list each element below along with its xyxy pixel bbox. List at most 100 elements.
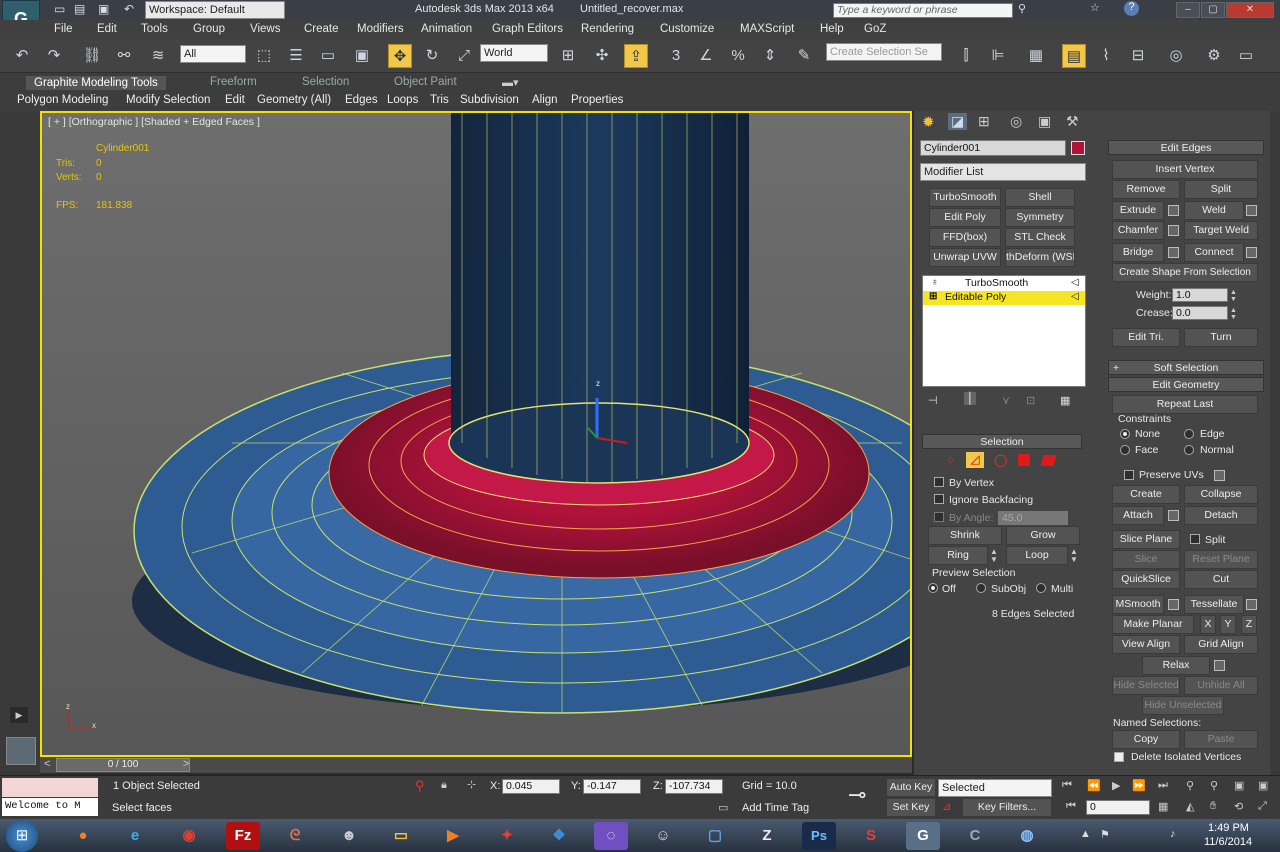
- create-tab-icon[interactable]: ✹: [922, 113, 935, 131]
- window-crossing-icon[interactable]: ▣: [350, 44, 374, 68]
- attach-button[interactable]: Attach: [1112, 506, 1164, 525]
- menu-group[interactable]: Group: [193, 23, 225, 35]
- menu-graph-editors[interactable]: Graph Editors: [492, 23, 563, 35]
- viewport-label[interactable]: [ + ] [Orthographic ] [Shaded + Edged Fa…: [48, 116, 260, 128]
- utilities-tab-icon[interactable]: ⚒: [1066, 113, 1079, 130]
- planar-z-button[interactable]: Z: [1241, 615, 1257, 634]
- object-name-field[interactable]: Cylinder001: [920, 140, 1066, 156]
- rotate-icon[interactable]: ↻: [420, 44, 444, 68]
- auto-key-button[interactable]: Auto Key: [886, 778, 936, 797]
- element-mode-icon[interactable]: [1040, 455, 1057, 466]
- msmooth-settings-icon[interactable]: [1168, 599, 1179, 610]
- maxscript-mini-listener-top[interactable]: [2, 778, 98, 797]
- chrome-icon[interactable]: ◉: [172, 822, 206, 850]
- modifier-stl-check-button[interactable]: STL Check: [1005, 228, 1075, 247]
- ribbon-geometry-all[interactable]: Geometry (All): [257, 94, 331, 106]
- by-angle-field[interactable]: 45.0: [998, 511, 1068, 525]
- remove-button[interactable]: Remove: [1112, 180, 1180, 199]
- time-next-icon[interactable]: >: [183, 758, 189, 770]
- scale-icon[interactable]: ⤢: [452, 44, 476, 68]
- move-icon[interactable]: ✥: [388, 44, 412, 68]
- undo-icon[interactable]: ↶: [124, 2, 134, 16]
- modifier-symmetry-button[interactable]: Symmetry: [1005, 208, 1075, 227]
- render-setup-icon[interactable]: ⚙: [1202, 44, 1226, 68]
- clock-time[interactable]: 1:49 PM: [1208, 822, 1249, 834]
- chamfer-settings-icon[interactable]: [1168, 225, 1179, 236]
- binoculars-icon[interactable]: ⚲: [1018, 2, 1026, 15]
- angle-snap-icon[interactable]: ∠: [694, 44, 718, 68]
- modifier-edit-poly-button[interactable]: Edit Poly: [929, 208, 1001, 227]
- key-filter-icon[interactable]: ⊿: [942, 800, 951, 813]
- zoom-extents-icon[interactable]: ▣: [1234, 779, 1244, 792]
- key-filters-button[interactable]: Key Filters...: [962, 798, 1052, 817]
- reset-plane-button[interactable]: Reset Plane: [1184, 550, 1258, 569]
- slice-button[interactable]: Slice: [1112, 550, 1180, 569]
- selection-rollout-header[interactable]: Selection: [922, 434, 1082, 449]
- remove-modifier-icon[interactable]: ⊡: [1026, 394, 1035, 407]
- edit-named-selection-icon[interactable]: ✎: [792, 44, 816, 68]
- edge-mode-icon[interactable]: ◿: [966, 452, 984, 468]
- field-of-view-icon[interactable]: ◭: [1186, 800, 1194, 813]
- collapse-button[interactable]: Collapse: [1184, 485, 1258, 504]
- app-c-icon[interactable]: C: [958, 822, 992, 850]
- star-icon[interactable]: ☆: [1090, 1, 1100, 14]
- app-swirl-icon[interactable]: ᘓ: [278, 822, 312, 850]
- delete-isolated-checkbox[interactable]: [1114, 752, 1124, 762]
- crease-field[interactable]: 0.0: [1172, 306, 1228, 320]
- constraint-face-radio[interactable]: [1120, 445, 1130, 455]
- object-color-swatch[interactable]: [1071, 141, 1085, 155]
- app-red-icon[interactable]: ✦: [490, 822, 524, 850]
- rect-selection-icon[interactable]: ▭: [316, 44, 340, 68]
- key-mode-toggle-icon[interactable]: ⏮: [1066, 800, 1076, 813]
- menu-create[interactable]: Create: [304, 23, 339, 35]
- quickslice-button[interactable]: QuickSlice: [1112, 570, 1180, 589]
- edit-edges-rollout-header[interactable]: Edit Edges: [1108, 140, 1264, 155]
- menu-modifiers[interactable]: Modifiers: [357, 23, 404, 35]
- soft-selection-rollout-header[interactable]: + Soft Selection: [1108, 360, 1264, 375]
- ribbon-edges[interactable]: Edges: [345, 94, 378, 106]
- hierarchy-tab-icon[interactable]: ⊞: [978, 113, 990, 130]
- absolute-mode-icon[interactable]: ⊹: [467, 778, 476, 791]
- app-purple-icon[interactable]: ◌: [594, 822, 628, 850]
- tab-object-paint[interactable]: Object Paint: [394, 76, 457, 88]
- key-mode-dropdown[interactable]: Selected: [938, 779, 1052, 797]
- maxscript-mini-listener[interactable]: Welcome to M: [2, 798, 98, 816]
- select-object-icon[interactable]: ⬚: [252, 44, 276, 68]
- show-end-result-toggle-icon[interactable]: ⎮: [964, 392, 976, 405]
- graphite-toggle-icon[interactable]: ▤: [1062, 44, 1086, 68]
- menu-tools[interactable]: Tools: [141, 23, 168, 35]
- pin-stack-icon[interactable]: ⊣: [928, 394, 938, 407]
- layer-manager-icon[interactable]: ▦: [1024, 44, 1048, 68]
- by-vertex-checkbox[interactable]: [934, 477, 944, 487]
- modifier-unwrap-uvw-button[interactable]: Unwrap UVW: [929, 248, 1001, 267]
- relax-settings-icon[interactable]: [1214, 660, 1225, 671]
- loop-spinner-icon[interactable]: ▲ ▼: [1070, 548, 1078, 564]
- turn-button[interactable]: Turn: [1184, 328, 1258, 347]
- reference-coordinate-dropdown[interactable]: World: [480, 44, 548, 62]
- split-button[interactable]: Split: [1184, 180, 1258, 199]
- selection-lock-icon[interactable]: 🔒︎: [441, 779, 447, 792]
- tessellate-button[interactable]: Tessellate: [1184, 595, 1244, 614]
- extrude-button[interactable]: Extrude: [1112, 201, 1164, 220]
- menu-goz[interactable]: GoZ: [864, 23, 886, 35]
- tab-selection[interactable]: Selection: [302, 76, 349, 88]
- configure-modifier-sets-icon[interactable]: ▦: [1060, 394, 1070, 407]
- clock-date[interactable]: 11/6/2014: [1204, 836, 1252, 848]
- prev-frame-icon[interactable]: ⏪: [1087, 779, 1101, 792]
- menu-file[interactable]: File: [54, 23, 73, 35]
- extrude-settings-icon[interactable]: [1168, 205, 1179, 216]
- curve-editor-icon[interactable]: ⌇: [1094, 44, 1118, 68]
- help-icon[interactable]: ?: [1124, 1, 1139, 16]
- msmooth-button[interactable]: MSmooth: [1112, 595, 1164, 614]
- minimize-button[interactable]: –: [1176, 2, 1200, 18]
- grid-align-button[interactable]: Grid Align: [1184, 635, 1258, 654]
- ribbon-polygon-modeling[interactable]: Polygon Modeling: [17, 94, 108, 106]
- undo-icon[interactable]: ↶: [10, 44, 34, 68]
- slice-plane-button[interactable]: Slice Plane: [1112, 530, 1180, 549]
- grow-button[interactable]: Grow: [1006, 526, 1080, 545]
- named-selection-sets-dropdown[interactable]: Create Selection Se: [826, 43, 942, 61]
- modifier-turbosmooth-button[interactable]: TurboSmooth: [929, 188, 1001, 207]
- tab-freeform[interactable]: Freeform: [210, 76, 257, 88]
- select-manipulate-icon[interactable]: ✣: [590, 44, 614, 68]
- menu-views[interactable]: Views: [250, 23, 280, 35]
